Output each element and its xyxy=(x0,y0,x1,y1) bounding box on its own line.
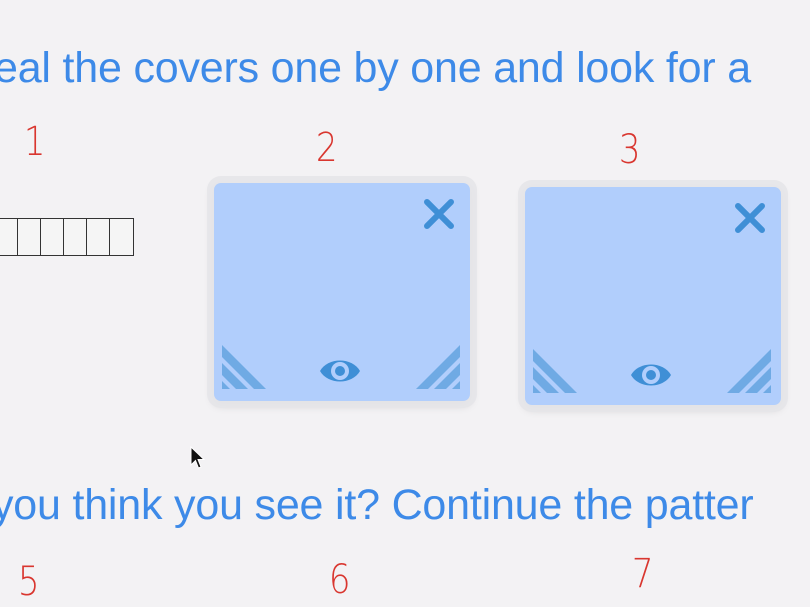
frame-number-2: 2 xyxy=(315,125,338,171)
frame-number-6: 6 xyxy=(328,557,351,603)
frame-number-7: 7 xyxy=(631,551,654,597)
eye-icon[interactable] xyxy=(629,359,673,391)
strip-cell xyxy=(110,219,133,255)
strip-cell xyxy=(18,219,41,255)
close-icon[interactable] xyxy=(733,201,767,235)
strip-cell xyxy=(41,219,64,255)
pattern-strip xyxy=(0,218,134,256)
eye-icon[interactable] xyxy=(318,355,362,387)
frame-number-5: 5 xyxy=(17,559,40,605)
mouse-pointer-icon xyxy=(190,446,206,469)
corner-stripes-icon xyxy=(416,345,460,389)
frame-number-3: 3 xyxy=(618,127,641,173)
frame-number-1: 1 xyxy=(23,119,46,165)
strip-cell xyxy=(64,219,87,255)
strip-cell xyxy=(0,219,18,255)
instruction-reveal-covers: eal the covers one by one and look for a xyxy=(0,44,751,92)
close-icon[interactable] xyxy=(422,197,456,231)
cover-card-2[interactable] xyxy=(214,183,470,401)
strip-cell xyxy=(87,219,110,255)
corner-stripes-icon xyxy=(533,349,577,393)
corner-stripes-icon xyxy=(222,345,266,389)
cover-card-3[interactable] xyxy=(525,187,781,405)
instruction-continue-pattern: you think you see it? Continue the patte… xyxy=(0,481,754,529)
corner-stripes-icon xyxy=(727,349,771,393)
